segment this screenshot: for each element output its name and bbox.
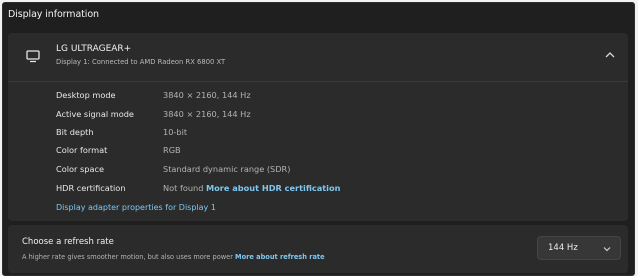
card-divider — [8, 81, 628, 82]
detail-value: Standard dynamic range (SDR) — [163, 164, 291, 174]
detail-value: Not found — [163, 183, 204, 193]
refresh-rate-description-text: A higher rate gives smoother motion, but… — [22, 253, 233, 261]
section-title: Display information — [8, 9, 99, 20]
detail-value: 3840 × 2160, 144 Hz — [163, 109, 251, 119]
monitor-card-header[interactable]: LG ULTRAGEAR+ Display 1: Connected to AM… — [8, 33, 628, 79]
chevron-down-icon — [603, 247, 611, 252]
monitor-icon — [26, 50, 40, 63]
refresh-rate-dropdown[interactable]: 144 Hz — [537, 236, 621, 260]
refresh-rate-selected: 144 Hz — [548, 243, 578, 253]
chevron-up-icon[interactable] — [604, 49, 616, 61]
detail-label: Desktop mode — [56, 90, 116, 100]
detail-label: Active signal mode — [56, 109, 134, 119]
monitor-subtitle: Display 1: Connected to AMD Radeon RX 68… — [56, 58, 226, 66]
detail-value: 10-bit — [163, 127, 188, 137]
detail-value: 3840 × 2160, 144 Hz — [163, 90, 251, 100]
detail-label: Color space — [56, 164, 104, 174]
detail-value-group: Not found More about HDR certification — [163, 183, 340, 193]
detail-value: RGB — [163, 145, 181, 155]
detail-label: Bit depth — [56, 127, 94, 137]
detail-label: HDR certification — [56, 183, 126, 193]
detail-label: Color format — [56, 145, 108, 155]
monitor-card: LG ULTRAGEAR+ Display 1: Connected to AM… — [8, 33, 628, 221]
hdr-certification-link[interactable]: More about HDR certification — [206, 183, 340, 193]
display-adapter-properties-link[interactable]: Display adapter properties for Display 1 — [56, 203, 216, 212]
refresh-rate-link[interactable]: More about refresh rate — [235, 253, 325, 261]
display-information-panel: Display information LG ULTRAGEAR+ Displa… — [2, 2, 635, 276]
refresh-rate-description: A higher rate gives smoother motion, but… — [22, 253, 325, 261]
refresh-rate-title: Choose a refresh rate — [22, 237, 114, 247]
refresh-rate-card: Choose a refresh rate A higher rate give… — [8, 225, 628, 273]
monitor-name: LG ULTRAGEAR+ — [56, 44, 132, 54]
